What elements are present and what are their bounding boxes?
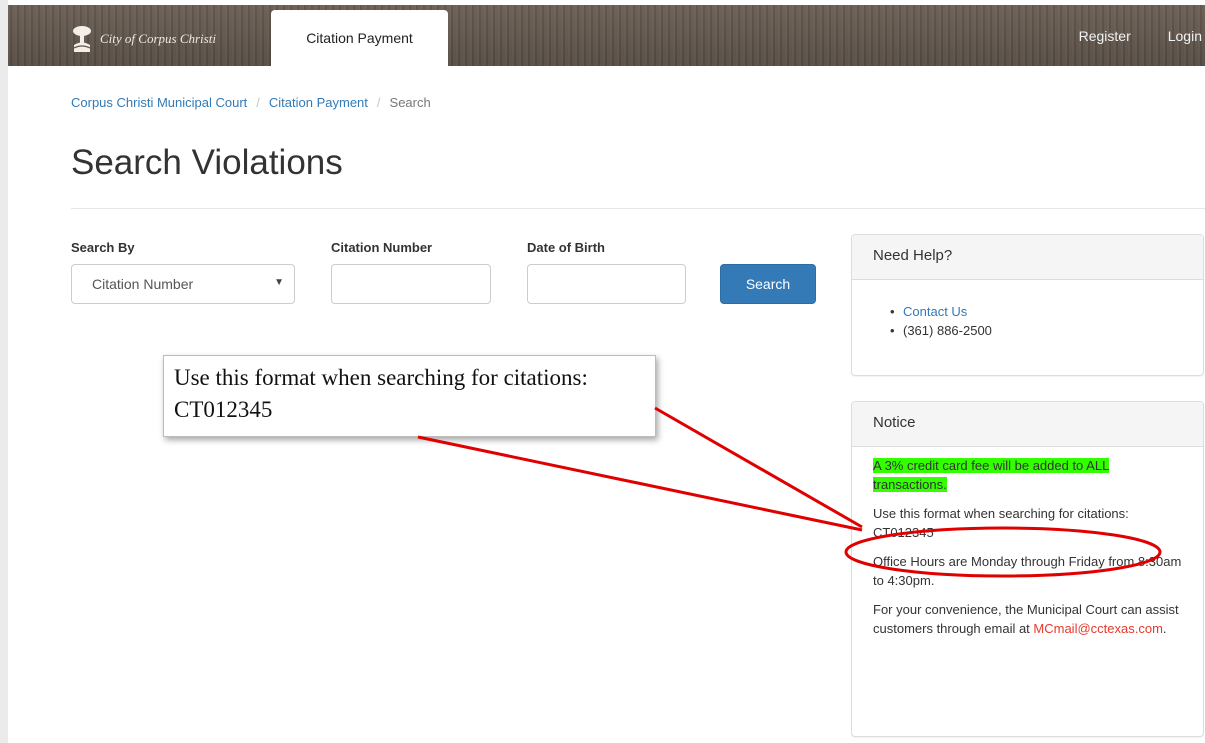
list-item: Contact Us (852, 302, 1203, 321)
caret-down-icon: ▼ (274, 277, 284, 288)
breadcrumb-separator: / (376, 95, 381, 110)
fee-notice: A 3% credit card fee will be added to AL… (873, 456, 1182, 494)
fee-notice-text: A 3% credit card fee will be added to AL… (873, 458, 1110, 492)
phone-number: (361) 886-2500 (903, 323, 992, 338)
email-link[interactable]: MCmail@cctexas.com (1033, 621, 1163, 636)
annotation-arrow-line (654, 406, 863, 529)
search-button[interactable]: Search (720, 264, 816, 304)
notice-panel-title: Notice (852, 402, 1203, 447)
notice-panel: Notice A 3% credit card fee will be adde… (851, 401, 1204, 737)
citation-number-label: Citation Number (331, 240, 433, 255)
search-by-select[interactable]: Citation Number ▼ (71, 264, 295, 304)
register-link[interactable]: Register (1079, 28, 1131, 44)
search-by-label: Search By (71, 240, 135, 255)
brand-text: City of Corpus Christi (100, 31, 216, 46)
office-hours: Office Hours are Monday through Friday f… (873, 554, 1182, 588)
nav-right: Register Login (1079, 5, 1205, 66)
citation-number-input[interactable] (331, 264, 491, 304)
login-link[interactable]: Login (1168, 28, 1202, 44)
breadcrumb: Corpus Christi Municipal Court / Citatio… (71, 95, 431, 110)
brand[interactable]: City of Corpus Christi (72, 25, 216, 53)
search-by-selected-value: Citation Number (92, 276, 194, 292)
breadcrumb-current: Search (389, 95, 431, 110)
list-item: (361) 886-2500 (852, 321, 1203, 340)
breadcrumb-citation-payment[interactable]: Citation Payment (269, 95, 368, 110)
city-seal-icon (73, 26, 91, 52)
help-panel-title: Need Help? (852, 235, 1203, 280)
breadcrumb-municipal-court[interactable]: Corpus Christi Municipal Court (71, 95, 247, 110)
left-gutter (0, 0, 8, 743)
annotation-callout: Use this format when searching for citat… (163, 355, 656, 437)
annotation-arrow-line (417, 435, 863, 532)
dob-label: Date of Birth (527, 240, 605, 255)
help-list: Contact Us (361) 886-2500 (852, 302, 1203, 340)
convenience-suffix: . (1162, 621, 1167, 636)
help-panel: Need Help? Contact Us (361) 886-2500 (851, 234, 1204, 376)
tab-citation-payment[interactable]: Citation Payment (271, 10, 448, 66)
contact-us-link[interactable]: Contact Us (903, 304, 967, 319)
dob-input[interactable] (527, 264, 686, 304)
breadcrumb-separator: / (256, 95, 260, 110)
title-divider (71, 208, 1205, 209)
top-navbar: City of Corpus Christi Citation Payment … (8, 5, 1205, 66)
notice-body: A 3% credit card fee will be added to AL… (852, 447, 1203, 638)
page-title: Search Violations (71, 143, 343, 182)
convenience-notice: For your convenience, the Municipal Cour… (873, 600, 1182, 638)
format-notice: Use this format when searching for citat… (873, 506, 1129, 540)
